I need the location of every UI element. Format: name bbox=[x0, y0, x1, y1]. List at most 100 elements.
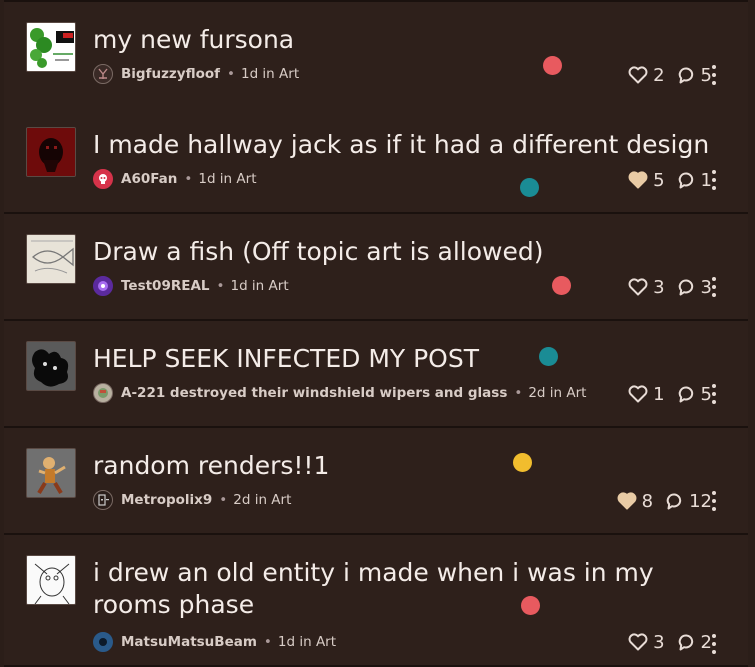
comment-button[interactable]: 5 bbox=[677, 384, 712, 405]
like-button[interactable]: 5 bbox=[628, 169, 665, 191]
post-thumbnail[interactable] bbox=[26, 341, 76, 391]
author-avatar[interactable] bbox=[93, 169, 113, 189]
meta-separator: • bbox=[263, 634, 272, 650]
unread-marker bbox=[520, 178, 539, 197]
post-time: 1d in Art bbox=[277, 634, 337, 650]
post-time: 1d in Art bbox=[198, 171, 257, 187]
like-button[interactable]: 2 bbox=[628, 64, 665, 86]
more-options-icon[interactable] bbox=[712, 277, 716, 297]
like-count: 2 bbox=[653, 64, 665, 86]
heart-icon bbox=[628, 66, 648, 84]
post-stats: 2 5 bbox=[628, 64, 712, 86]
comment-button[interactable]: 5 bbox=[677, 65, 712, 86]
comment-icon bbox=[678, 279, 693, 295]
post-card[interactable]: random renders!!1 Metropolix9 • 2d in Ar… bbox=[4, 428, 748, 535]
unread-marker bbox=[552, 276, 571, 295]
post-time: 2d in Art bbox=[233, 492, 292, 508]
author-avatar[interactable] bbox=[93, 490, 113, 510]
post-title[interactable]: I made hallway jack as if it had a diffe… bbox=[93, 129, 713, 161]
more-options-icon[interactable] bbox=[712, 634, 716, 654]
post-card[interactable]: i drew an old entity i made when i was i… bbox=[4, 535, 748, 667]
more-options-icon[interactable] bbox=[712, 65, 716, 85]
post-card[interactable]: my new fursona Bigfuzzyfloof • 1d in Art… bbox=[4, 0, 748, 109]
like-count: 1 bbox=[653, 383, 665, 405]
comment-count: 3 bbox=[700, 276, 712, 298]
heart-icon bbox=[628, 633, 648, 651]
post-meta: Metropolix9 • 2d in Art bbox=[93, 489, 291, 511]
post-stats: 3 2 bbox=[628, 631, 712, 653]
meta-separator: • bbox=[514, 385, 523, 401]
post-card[interactable]: I made hallway jack as if it had a diffe… bbox=[4, 107, 748, 214]
comment-count: 5 bbox=[700, 64, 712, 86]
author-avatar[interactable] bbox=[93, 632, 113, 652]
author-avatar[interactable] bbox=[93, 64, 113, 84]
post-title[interactable]: Draw a fish (Off topic art is allowed) bbox=[93, 236, 713, 268]
comment-count: 12 bbox=[689, 490, 712, 512]
post-meta: MatsuMatsuBeam • 1d in Art bbox=[93, 631, 336, 653]
heart-icon bbox=[628, 278, 648, 296]
author-avatar[interactable] bbox=[93, 276, 113, 296]
more-options-icon[interactable] bbox=[712, 384, 716, 404]
unread-marker bbox=[539, 347, 558, 366]
meta-separator: • bbox=[216, 278, 225, 294]
unread-marker bbox=[543, 56, 562, 75]
post-card[interactable]: HELP SEEK INFECTED MY POST A-221 destroy… bbox=[4, 321, 748, 428]
post-title[interactable]: my new fursona bbox=[93, 24, 713, 56]
post-thumbnail[interactable] bbox=[26, 22, 76, 72]
comment-button[interactable]: 3 bbox=[677, 277, 712, 298]
comment-button[interactable]: 1 bbox=[677, 170, 712, 191]
more-options-icon[interactable] bbox=[712, 491, 716, 511]
comment-button[interactable]: 2 bbox=[677, 632, 712, 653]
post-card[interactable]: Draw a fish (Off topic art is allowed) T… bbox=[4, 214, 748, 321]
author-name[interactable]: Metropolix9 bbox=[121, 492, 212, 508]
comment-count: 5 bbox=[700, 383, 712, 405]
heart-filled-icon bbox=[617, 492, 637, 510]
author-name[interactable]: A60Fan bbox=[121, 171, 177, 187]
post-time: 1d in Art bbox=[240, 66, 300, 82]
post-stats: 8 12 bbox=[617, 490, 712, 512]
comment-icon bbox=[678, 634, 693, 650]
meta-separator: • bbox=[219, 492, 228, 508]
like-button[interactable]: 8 bbox=[617, 491, 653, 512]
meta-separator: • bbox=[184, 171, 193, 187]
author-name[interactable]: MatsuMatsuBeam bbox=[121, 634, 257, 650]
like-count: 5 bbox=[653, 169, 665, 191]
post-stats: 1 5 bbox=[628, 383, 712, 405]
like-button[interactable]: 1 bbox=[628, 383, 665, 405]
post-meta: Test09REAL • 1d in Art bbox=[93, 275, 289, 297]
comment-button[interactable]: 12 bbox=[665, 491, 712, 512]
post-title[interactable]: HELP SEEK INFECTED MY POST bbox=[93, 343, 713, 375]
unread-marker bbox=[521, 596, 540, 615]
comment-icon bbox=[678, 386, 693, 402]
post-title[interactable]: random renders!!1 bbox=[93, 450, 713, 482]
like-count: 3 bbox=[653, 631, 665, 653]
author-name[interactable]: Bigfuzzyfloof bbox=[121, 66, 220, 82]
author-name[interactable]: Test09REAL bbox=[121, 278, 210, 294]
post-thumbnail[interactable] bbox=[26, 127, 76, 177]
heart-filled-icon bbox=[628, 171, 648, 189]
comment-count: 2 bbox=[700, 631, 712, 653]
post-meta: A60Fan • 1d in Art bbox=[93, 168, 257, 190]
unread-marker bbox=[513, 453, 532, 472]
like-button[interactable]: 3 bbox=[628, 276, 665, 298]
like-count: 3 bbox=[653, 276, 665, 298]
post-meta: A-221 destroyed their windshield wipers … bbox=[93, 382, 586, 404]
post-thumbnail[interactable] bbox=[26, 234, 76, 284]
post-time: 1d in Art bbox=[230, 278, 289, 294]
heart-icon bbox=[628, 385, 648, 403]
author-avatar[interactable] bbox=[93, 383, 113, 403]
like-count: 8 bbox=[641, 490, 654, 512]
post-stats: 3 3 bbox=[628, 276, 712, 298]
post-thumbnail[interactable] bbox=[26, 448, 76, 498]
author-name[interactable]: A-221 destroyed their windshield wipers … bbox=[121, 385, 507, 401]
post-meta: Bigfuzzyfloof • 1d in Art bbox=[93, 63, 299, 85]
post-thumbnail[interactable] bbox=[26, 555, 76, 605]
like-button[interactable]: 3 bbox=[628, 631, 665, 653]
comment-count: 1 bbox=[700, 169, 712, 191]
more-options-icon[interactable] bbox=[712, 170, 716, 190]
comment-icon bbox=[666, 493, 682, 509]
post-stats: 5 1 bbox=[628, 169, 712, 191]
post-time: 2d in Art bbox=[528, 385, 587, 401]
post-title[interactable]: i drew an old entity i made when i was i… bbox=[93, 557, 718, 621]
comment-icon bbox=[678, 172, 693, 188]
